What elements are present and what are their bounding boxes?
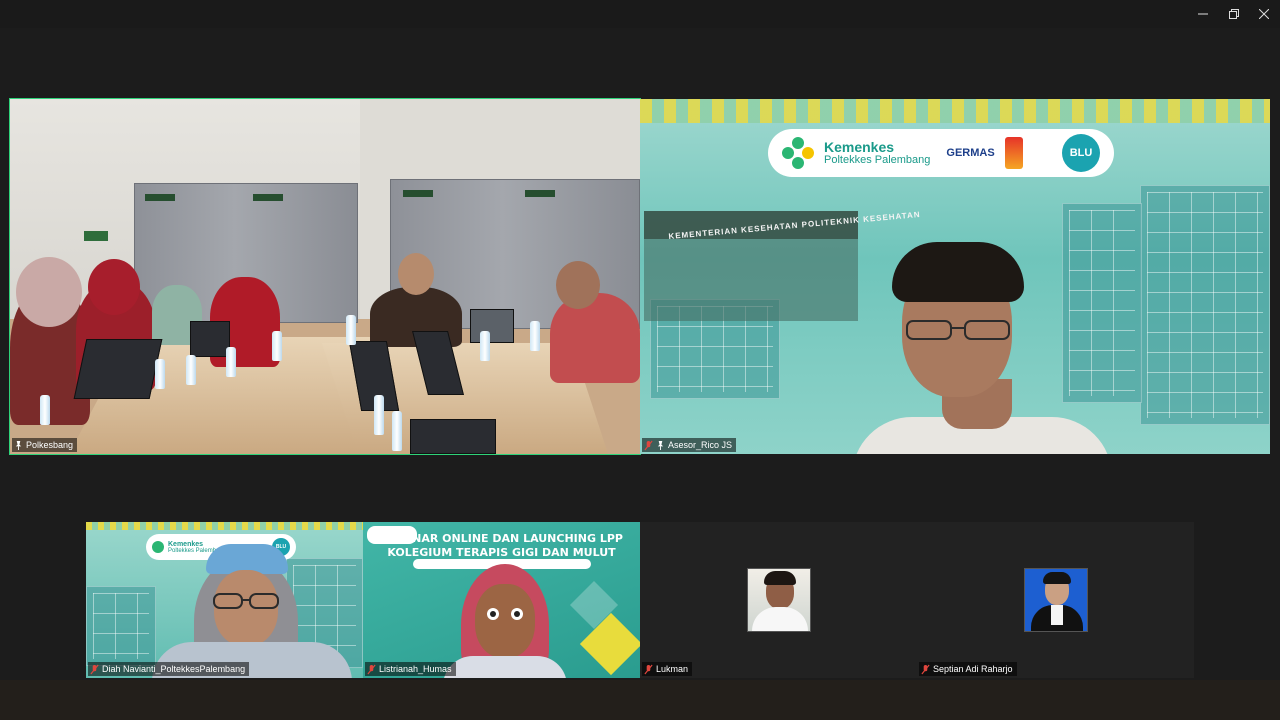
participant-hair <box>892 242 1024 302</box>
logo-title: Kemenkes <box>168 540 204 548</box>
participant-name: Diah Navianti_PoltekkesPalembang <box>102 664 246 674</box>
participant-head <box>556 261 600 309</box>
water-bottle <box>346 315 356 345</box>
pin-icon <box>657 440 664 450</box>
avatar-eye <box>487 608 499 620</box>
profile-picture <box>747 568 811 632</box>
cabinet-label <box>403 190 433 197</box>
water-bottle <box>392 411 402 451</box>
video-tile-rico[interactable]: KEMENTERIAN KESEHATAN POLITEKNIK KESEHAT… <box>640 99 1270 454</box>
video-tile-listrianah[interactable]: WEBINAR ONLINE DAN LAUNCHING LPP KOLEGIU… <box>363 522 640 678</box>
laptop <box>73 339 163 399</box>
decorative-pattern <box>86 522 363 530</box>
mic-off-icon <box>90 664 99 674</box>
laptop <box>410 419 496 454</box>
restore-button[interactable] <box>1219 4 1249 24</box>
kemenkes-logo-icon <box>152 541 164 553</box>
cabinet-label <box>145 194 175 201</box>
background-building <box>1140 185 1270 425</box>
decorative-pattern <box>640 99 1270 123</box>
water-bottle <box>374 395 384 435</box>
avatar-face <box>475 584 535 658</box>
mic-off-icon <box>921 664 930 674</box>
kemenkes-logo-icon <box>782 137 814 169</box>
participant-name: Polkesbang <box>26 440 74 450</box>
cabinet-label <box>525 190 555 197</box>
water-bottle <box>186 355 196 385</box>
bottom-bar <box>0 680 1280 720</box>
participant <box>550 293 640 383</box>
participant-name: Septian Adi Raharjo <box>933 664 1013 674</box>
participant-name-tag: Septian Adi Raharjo <box>919 662 1017 676</box>
video-tile-polkesbang[interactable]: Polkesbang <box>9 98 641 455</box>
logo-subtitle: Poltekkes Palembang <box>824 153 931 166</box>
restore-icon <box>1229 9 1239 19</box>
water-bottle <box>226 347 236 377</box>
participant-name-tag: Lukman <box>642 662 693 676</box>
webinar-title: WEBINAR ONLINE DAN LAUNCHING LPP KOLEGIU… <box>363 532 640 560</box>
video-tile-septian[interactable]: Septian Adi Raharjo <box>917 522 1194 678</box>
wbk-logo-icon <box>1004 137 1023 169</box>
exit-sign <box>84 231 108 241</box>
water-bottle <box>155 359 165 389</box>
webinar-title-line-2: KOLEGIUM TERAPIS GIGI DAN MULUT <box>387 545 616 559</box>
laptop <box>470 309 514 343</box>
close-button[interactable] <box>1249 4 1279 24</box>
webinar-title-line-1: WEBINAR ONLINE DAN LAUNCHING LPP <box>380 532 623 545</box>
participant-name-tag: Asesor_Rico JS <box>642 438 737 452</box>
participant-head <box>398 253 434 295</box>
background-building <box>1062 203 1142 403</box>
logo-title: Kemenkes <box>824 138 895 155</box>
blu-logo: BLU <box>1062 134 1100 172</box>
avatar-body <box>443 656 567 678</box>
mic-off-icon <box>367 664 376 674</box>
pin-icon <box>15 440 22 450</box>
water-bottle <box>40 395 50 425</box>
water-bottle <box>530 321 540 351</box>
participant-name-tag: Listrianah_Humas <box>365 662 456 676</box>
window-titlebar <box>0 0 1280 28</box>
minimize-icon <box>1198 13 1208 15</box>
participant-name-tag: Polkesbang <box>12 438 78 452</box>
water-bottle <box>272 331 282 361</box>
participant-name: Listrianah_Humas <box>379 664 452 674</box>
participant-head <box>88 259 140 315</box>
glasses-icon <box>213 593 279 609</box>
institution-logo-banner: Kemenkes Poltekkes Palembang GERMAS BLU <box>768 129 1114 177</box>
germas-logo: GERMAS <box>946 147 995 159</box>
participant-name: Lukman <box>656 664 689 674</box>
mic-off-icon <box>644 664 653 674</box>
participant-name: Asesor_Rico JS <box>668 440 733 450</box>
video-tile-diah[interactable]: Kemenkes Poltekkes Palembang BLU Diah Na… <box>86 522 363 678</box>
laptop <box>190 321 230 357</box>
participant-head <box>16 257 82 327</box>
participant-name-tag: Diah Navianti_PoltekkesPalembang <box>88 662 250 676</box>
mic-off-icon <box>644 440 653 450</box>
video-tile-lukman[interactable]: Lukman <box>640 522 917 678</box>
cabinet-label <box>253 194 283 201</box>
close-icon <box>1259 9 1269 19</box>
avatar-eye <box>511 608 523 620</box>
background-building <box>86 586 156 666</box>
glasses-icon <box>906 320 1010 340</box>
water-bottle <box>480 331 490 361</box>
profile-picture <box>1024 568 1088 632</box>
minimize-button[interactable] <box>1188 4 1218 24</box>
